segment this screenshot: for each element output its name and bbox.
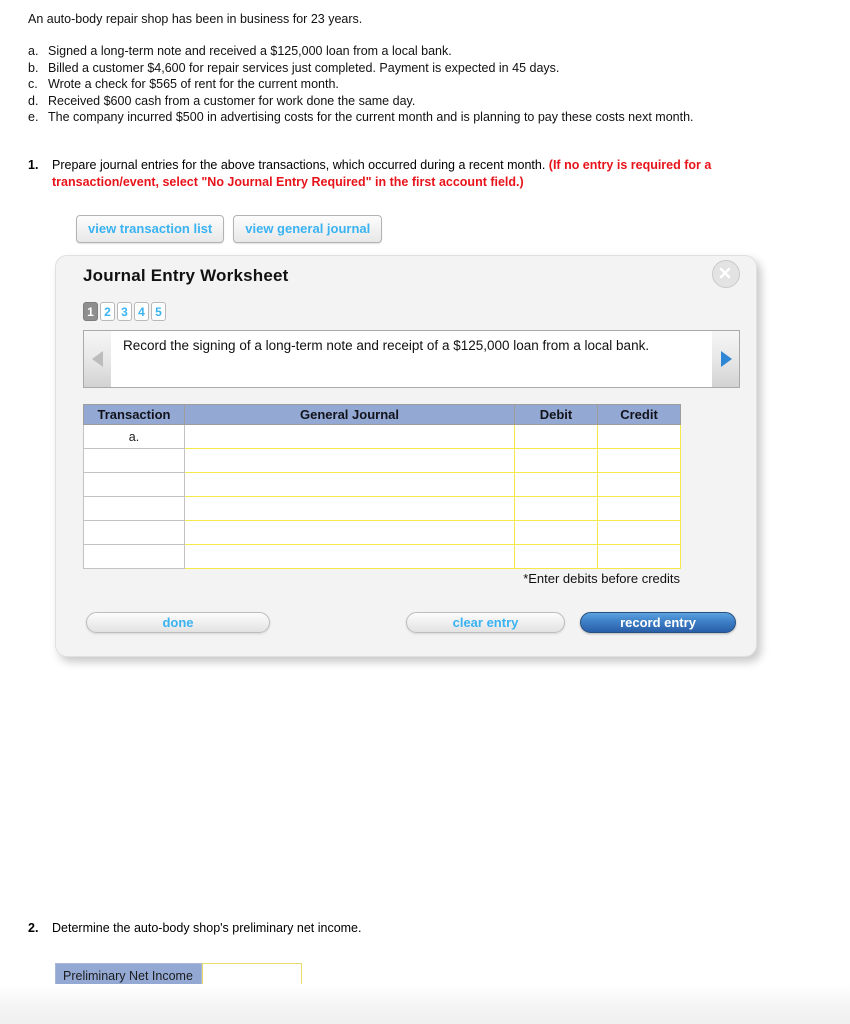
- cell-general-journal[interactable]: [184, 448, 515, 473]
- list-item-text: Received $600 cash from a customer for w…: [48, 93, 416, 108]
- view-general-journal-button[interactable]: view general journal: [233, 215, 383, 243]
- triangle-left-icon[interactable]: [83, 330, 111, 388]
- cell-general-journal[interactable]: [184, 544, 515, 569]
- list-item: b. Billed a customer $4,600 for repair s…: [28, 60, 728, 77]
- cell-debit[interactable]: [514, 448, 598, 473]
- pager-tab-4[interactable]: 4: [134, 302, 149, 321]
- list-item-text: Wrote a check for $565 of rent for the c…: [48, 77, 339, 91]
- list-item: e. The company incurred $500 in advertis…: [28, 109, 728, 126]
- table-row: a.: [83, 424, 681, 449]
- cell-transaction: [83, 520, 185, 545]
- cell-transaction: [83, 496, 185, 521]
- column-header-credit: Credit: [597, 404, 681, 425]
- pager-tab-3[interactable]: 3: [117, 302, 132, 321]
- list-item: c. Wrote a check for $565 of rent for th…: [28, 76, 728, 93]
- cell-debit[interactable]: [514, 520, 598, 545]
- list-item: d. Received $600 cash from a customer fo…: [28, 93, 728, 110]
- cell-credit[interactable]: [597, 472, 681, 497]
- transaction-list: a. Signed a long-term note and received …: [28, 43, 728, 126]
- journal-entry-worksheet-panel: Journal Entry Worksheet 1 2 3 4 5 Record…: [55, 255, 757, 657]
- list-item-letter: e.: [28, 110, 39, 124]
- table-row: [83, 520, 681, 545]
- column-header-debit: Debit: [514, 404, 598, 425]
- prompt-text: Record the signing of a long-term note a…: [111, 330, 712, 388]
- cell-debit[interactable]: [514, 472, 598, 497]
- prompt-navigator: Record the signing of a long-term note a…: [83, 330, 740, 388]
- cell-general-journal[interactable]: [184, 472, 515, 497]
- cell-credit[interactable]: [597, 448, 681, 473]
- list-item-letter: d.: [28, 93, 39, 108]
- debits-before-credits-note: *Enter debits before credits: [523, 571, 680, 586]
- cell-general-journal[interactable]: [184, 496, 515, 521]
- table-header-row: Transaction General Journal Debit Credit: [83, 404, 681, 425]
- cell-general-journal[interactable]: [184, 424, 515, 449]
- cell-debit[interactable]: [514, 424, 598, 449]
- list-item-letter: a.: [28, 44, 39, 58]
- cell-transaction: [83, 544, 185, 569]
- record-entry-button[interactable]: record entry: [580, 612, 736, 633]
- cell-debit[interactable]: [514, 544, 598, 569]
- view-button-group: view transaction list view general journ…: [76, 215, 383, 243]
- question-1-number: 1.: [28, 158, 39, 172]
- question-1-body: Prepare journal entries for the above tr…: [52, 157, 728, 191]
- journal-entry-table: Transaction General Journal Debit Credit…: [83, 404, 681, 569]
- cell-credit[interactable]: [597, 424, 681, 449]
- list-item-text: Billed a customer $4,600 for repair serv…: [48, 60, 560, 75]
- cell-general-journal[interactable]: [184, 520, 515, 545]
- worksheet-title: Journal Entry Worksheet: [83, 266, 289, 285]
- question-2: 2. Determine the auto-body shop's prelim…: [28, 920, 362, 937]
- pager-tab-2[interactable]: 2: [100, 302, 115, 321]
- cell-transaction: a.: [83, 424, 185, 449]
- clear-entry-button[interactable]: clear entry: [406, 612, 565, 633]
- question-2-number: 2.: [28, 921, 39, 935]
- cell-transaction: [83, 448, 185, 473]
- cell-credit[interactable]: [597, 496, 681, 521]
- list-item-letter: c.: [28, 77, 38, 91]
- column-header-general-journal: General Journal: [184, 404, 515, 425]
- worksheet-pager: 1 2 3 4 5: [83, 302, 166, 321]
- page-bottom-gradient: [0, 984, 850, 1024]
- column-header-transaction: Transaction: [83, 404, 185, 425]
- cell-transaction: [83, 472, 185, 497]
- table-row: [83, 544, 681, 569]
- view-transaction-list-button[interactable]: view transaction list: [76, 215, 225, 243]
- question-2-text: Determine the auto-body shop's prelimina…: [52, 921, 362, 935]
- question-1: 1. Prepare journal entries for the above…: [28, 157, 728, 191]
- table-row: [83, 472, 681, 497]
- cell-credit[interactable]: [597, 520, 681, 545]
- list-item-text: The company incurred $500 in advertising…: [48, 110, 694, 124]
- pager-tab-1[interactable]: 1: [83, 302, 98, 321]
- table-row: [83, 496, 681, 521]
- list-item-letter: b.: [28, 60, 39, 75]
- close-icon[interactable]: [712, 260, 740, 288]
- intro-paragraph: An auto-body repair shop has been in bus…: [28, 12, 363, 26]
- question-1-text: Prepare journal entries for the above tr…: [52, 158, 549, 172]
- list-item: a. Signed a long-term note and received …: [28, 43, 728, 60]
- table-row: [83, 448, 681, 473]
- done-button[interactable]: done: [86, 612, 270, 633]
- list-item-text: Signed a long-term note and received a $…: [48, 44, 452, 58]
- cell-debit[interactable]: [514, 496, 598, 521]
- pager-tab-5[interactable]: 5: [151, 302, 166, 321]
- triangle-right-icon[interactable]: [712, 330, 740, 388]
- cell-credit[interactable]: [597, 544, 681, 569]
